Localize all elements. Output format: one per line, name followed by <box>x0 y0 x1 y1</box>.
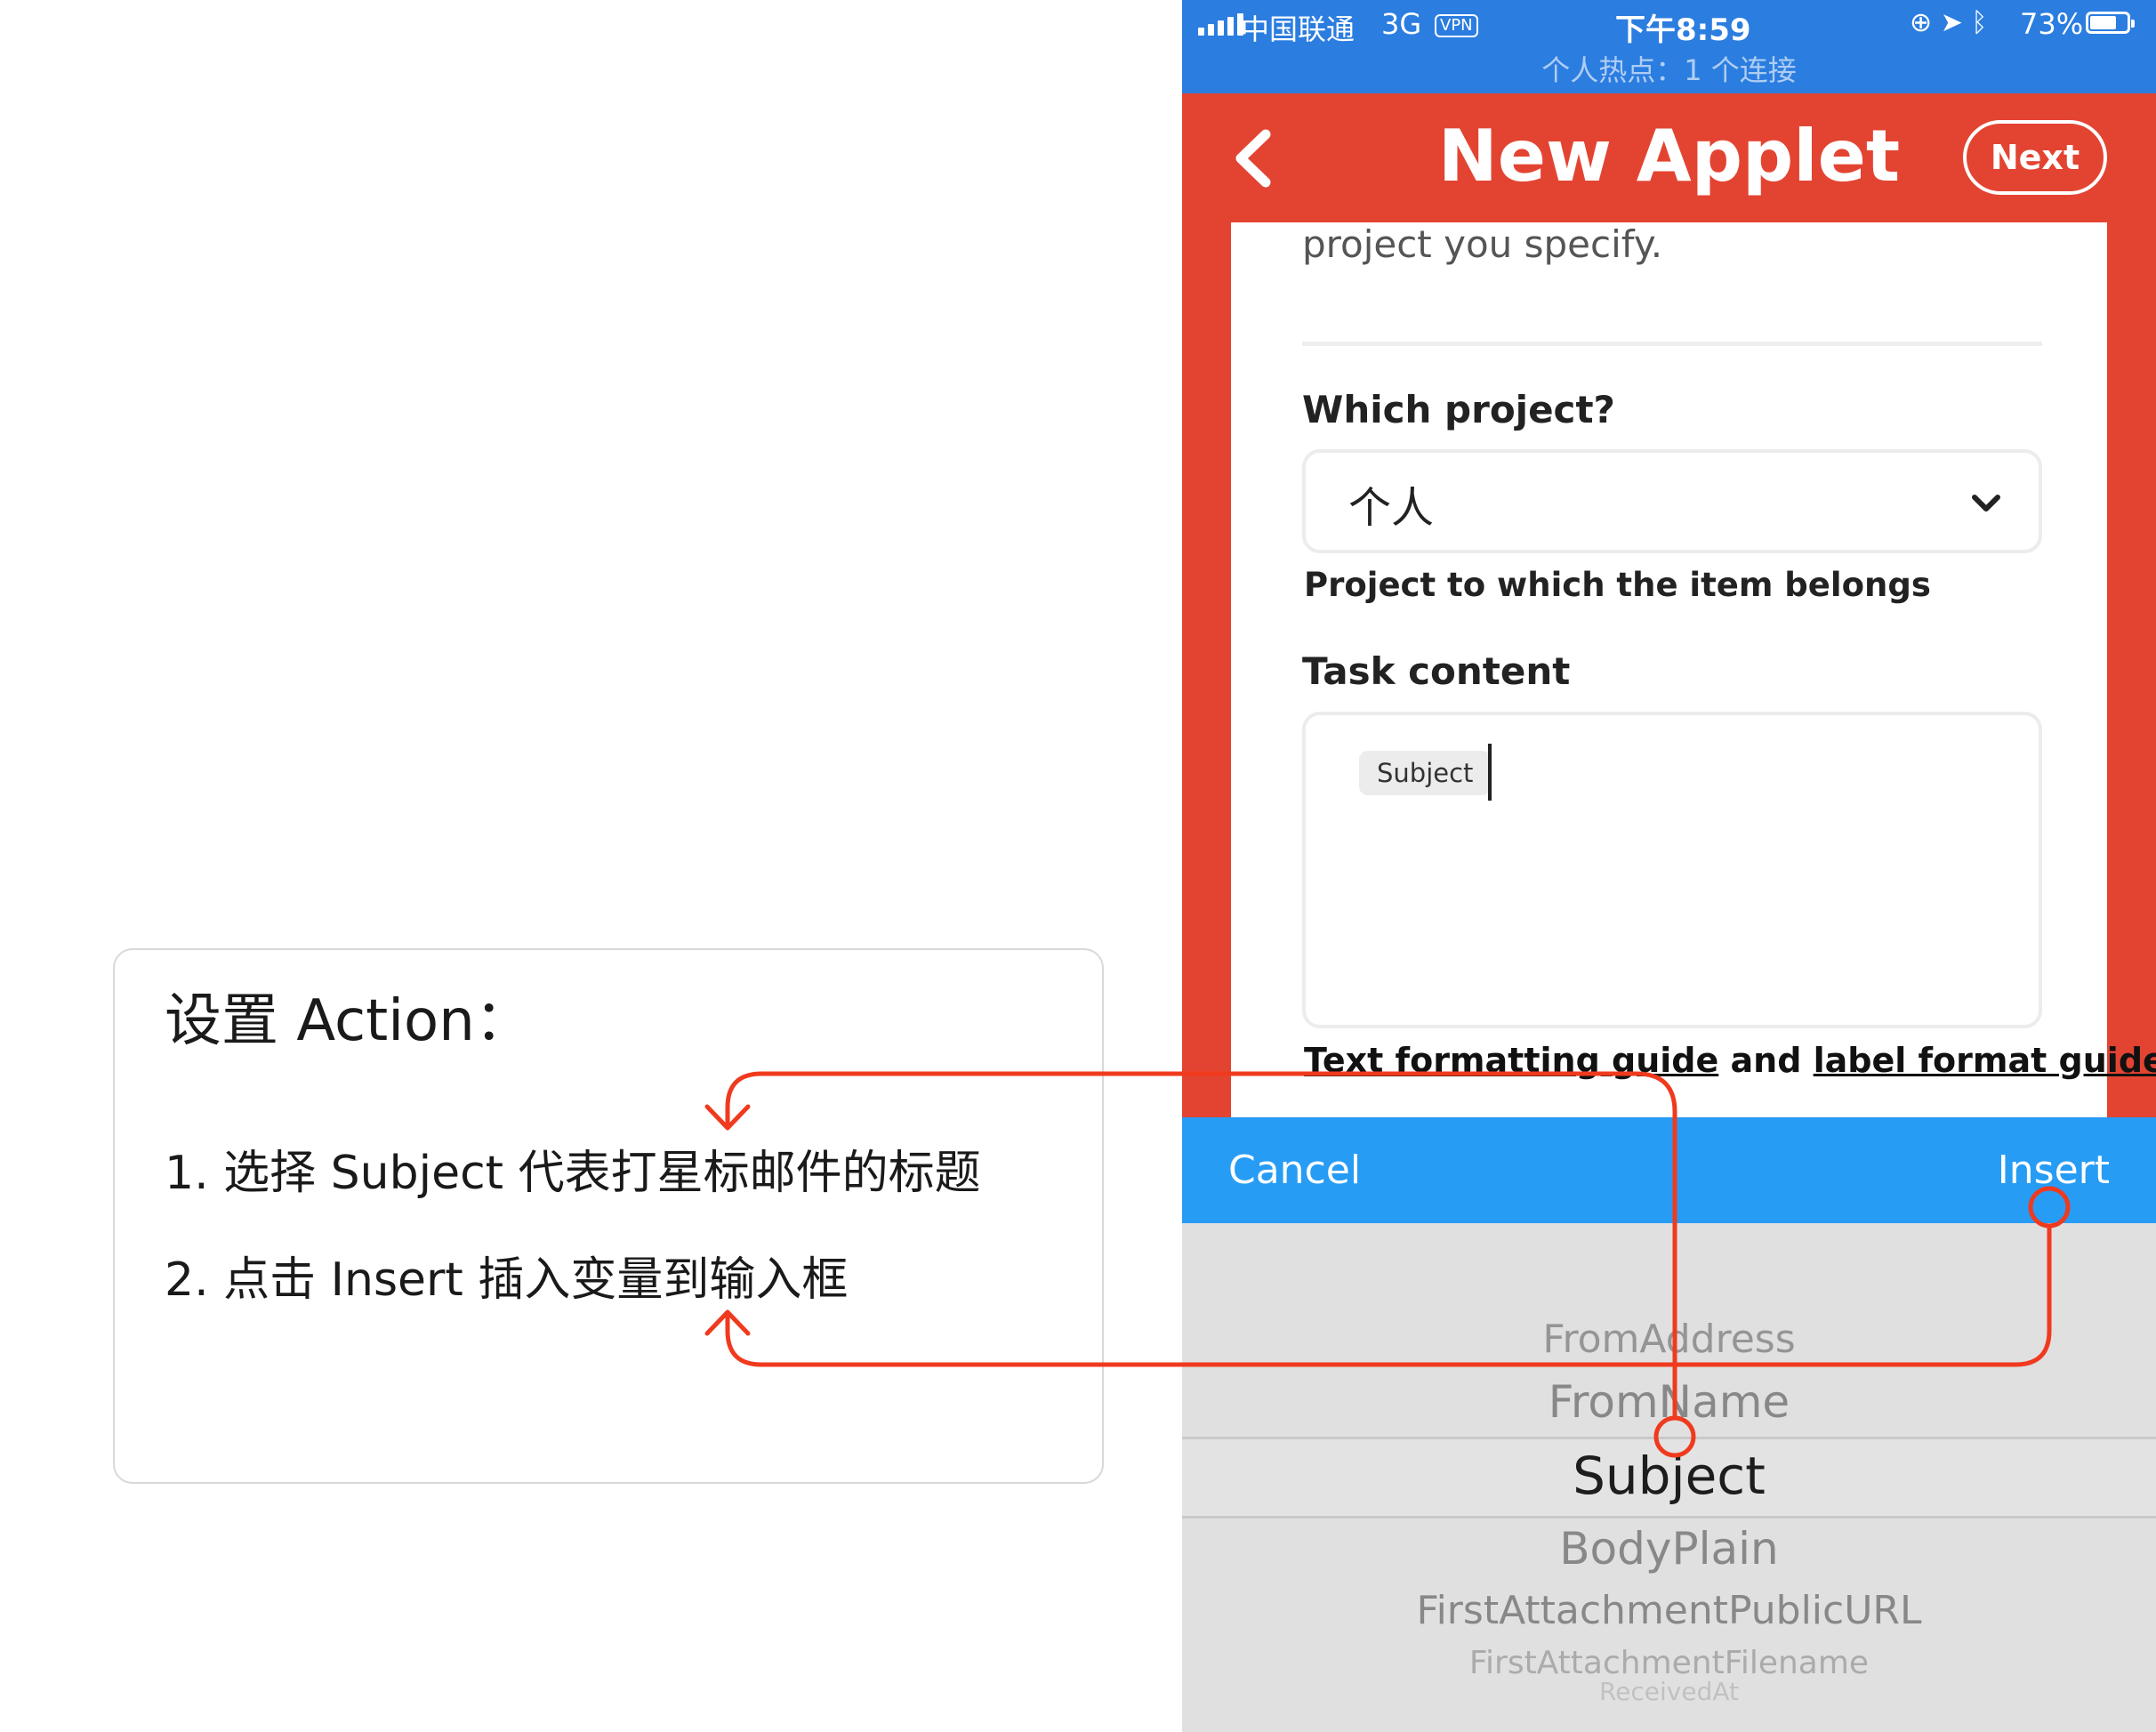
label-format-guide-link[interactable]: label format guide <box>1814 1041 2156 1080</box>
battery-icon <box>2086 12 2135 34</box>
form-card: project you specify. Which project? 个人 P… <box>1231 222 2156 1117</box>
hotspot-banner[interactable]: 个人热点：1 个连接 <box>1182 48 2156 89</box>
annotation-card: 设置 Action： 1. 选择 Subject 代表打星标邮件的标题 2. 点… <box>113 948 1104 1484</box>
status-icons: ⊕ ➤ ᛒ <box>1910 7 1987 38</box>
form-content: project you specify. Which project? 个人 P… <box>1182 222 2156 1117</box>
next-button[interactable]: Next <box>1963 120 2107 195</box>
ingredient-picker[interactable]: FromAddress FromName Subject BodyPlain F… <box>1182 1223 2156 1732</box>
divider <box>1302 342 2042 346</box>
location-icon: ➤ <box>1940 7 1963 38</box>
network-type: 3G <box>1381 7 1422 41</box>
picker-option-selected[interactable]: Subject <box>1182 1446 2156 1506</box>
annotation-title: 设置 Action： <box>165 988 532 1054</box>
nav-bar: New Applet Next <box>1182 93 2156 222</box>
battery-percent: 73% <box>2020 7 2084 41</box>
battery-fill <box>2090 16 2117 29</box>
insert-button[interactable]: Insert <box>1998 1148 2110 1193</box>
ingredient-pill[interactable]: Subject <box>1359 751 1492 795</box>
cancel-button[interactable]: Cancel <box>1228 1148 1361 1193</box>
picker-option[interactable]: FromName <box>1182 1376 2156 1428</box>
picker-option[interactable]: FirstAttachmentFilename <box>1182 1645 2156 1681</box>
guide-links-and: and <box>1718 1041 1814 1080</box>
picker-option[interactable]: FromAddress <box>1182 1317 2156 1362</box>
annotation-step-1: 1. 选择 Subject 代表打星标邮件的标题 <box>165 1147 981 1200</box>
action-description: project you specify. <box>1302 222 1663 266</box>
project-select[interactable]: 个人 <box>1302 449 2042 553</box>
bluetooth-icon: ᛒ <box>1971 7 1988 38</box>
status-bar: 中国联通 3G VPN 下午8:59 ⊕ ➤ ᛒ 73% 个人热点：1 个连接 <box>1182 0 2156 93</box>
picker-toolbar: Cancel Insert <box>1182 1117 2156 1223</box>
picker-option[interactable]: FirstAttachmentPublicURL <box>1182 1588 2156 1633</box>
status-time: 下午8:59 <box>1615 12 1751 48</box>
project-field-hint: Project to which the item belongs <box>1304 566 1931 604</box>
guide-links: Text formatting guide and label format g… <box>1304 1041 2156 1080</box>
carrier-label: 中国联通 <box>1241 12 1356 46</box>
project-select-value: 个人 <box>1348 483 1435 533</box>
text-caret <box>1488 744 1492 801</box>
phone-screen: 中国联通 3G VPN 下午8:59 ⊕ ➤ ᛒ 73% 个人热点：1 个连接 … <box>1182 0 2156 1732</box>
project-field-label: Which project? <box>1302 388 1615 431</box>
signal-icon <box>1198 12 1243 36</box>
orientation-lock-icon: ⊕ <box>1910 7 1933 38</box>
task-content-label: Task content <box>1302 649 1571 693</box>
chevron-down-icon <box>1972 495 2000 512</box>
text-formatting-guide-link[interactable]: Text formatting guide <box>1304 1041 1718 1080</box>
picker-option[interactable]: ReceivedAt <box>1182 1677 2156 1706</box>
annotation-step-2: 2. 点击 Insert 插入变量到输入框 <box>165 1253 849 1307</box>
task-content-input[interactable]: Subject <box>1302 712 2042 1028</box>
picker-option[interactable]: BodyPlain <box>1182 1523 2156 1575</box>
vpn-badge: VPN <box>1435 14 1478 37</box>
